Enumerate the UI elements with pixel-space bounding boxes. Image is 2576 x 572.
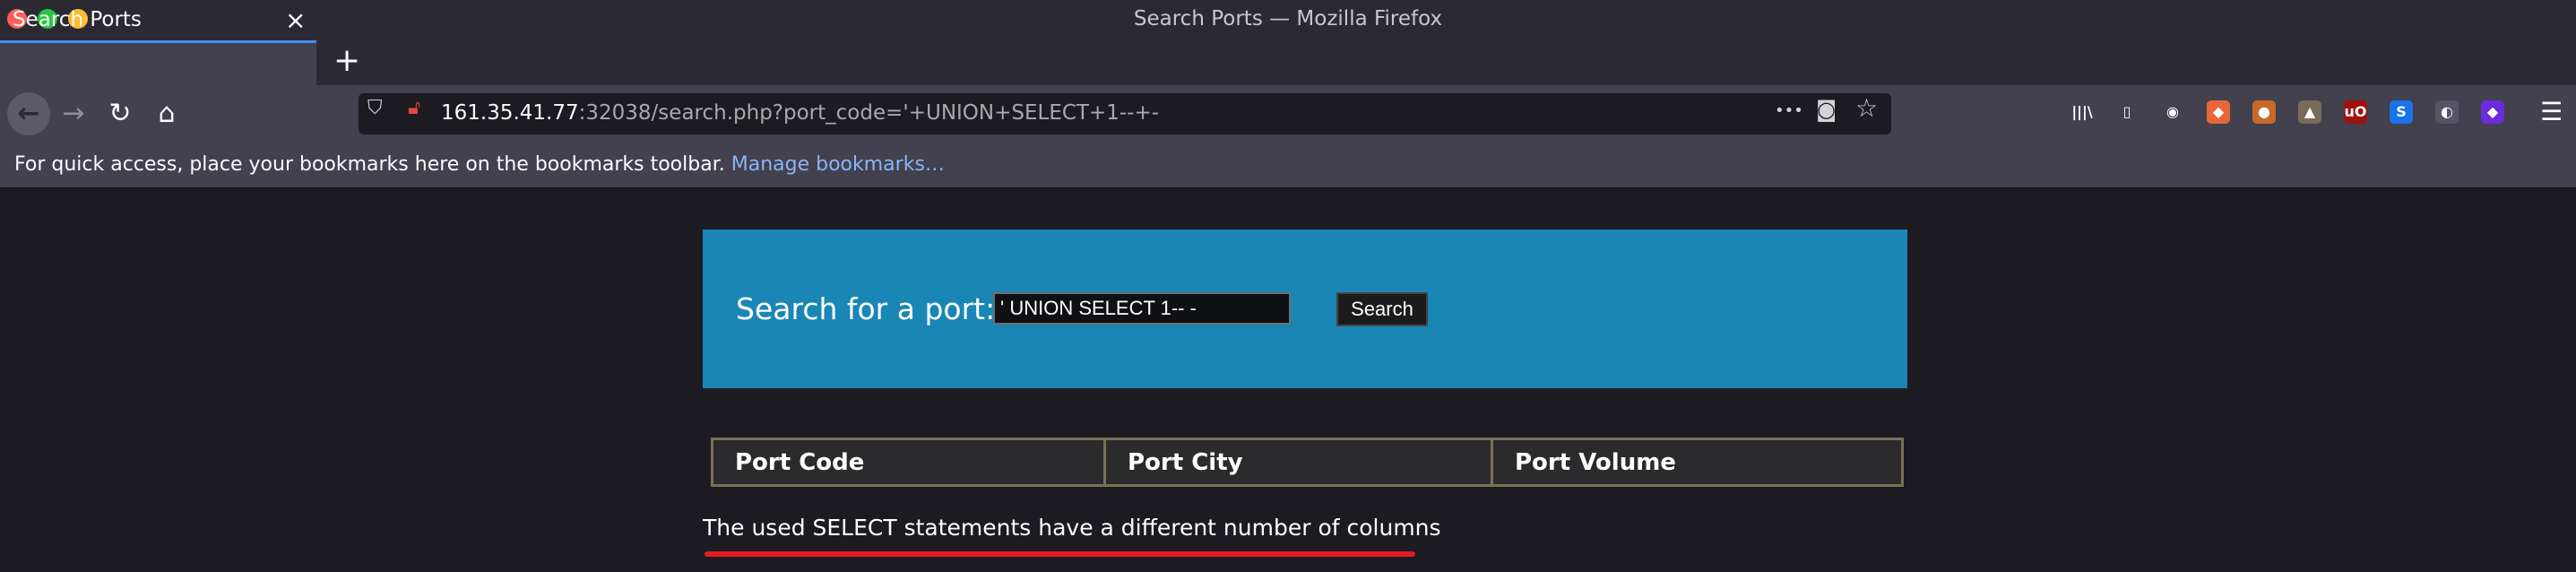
sql-error-message: The used SELECT statements have a differ… (703, 515, 1441, 541)
menu-icon[interactable]: ☰ (2540, 97, 2563, 126)
bookmarks-bar-text: For quick access, place your bookmarks h… (14, 153, 945, 176)
shield-icon[interactable]: ⛉ (367, 97, 383, 119)
insecure-lock-icon[interactable]: 🔓︎ (408, 97, 420, 119)
search-button[interactable]: Search (1336, 292, 1428, 326)
url-host: 161.35.41.77 (441, 101, 579, 125)
extension-purple-icon[interactable]: ◆ (2481, 100, 2504, 124)
column-header-port-city: Port City (1103, 438, 1493, 487)
port-search-input[interactable] (993, 292, 1291, 325)
tab-label: Search Ports (13, 8, 142, 31)
extension-s-icon[interactable]: S (2390, 100, 2413, 124)
page-actions-icon[interactable]: ••• (1775, 101, 1803, 120)
new-tab-button[interactable]: + (333, 43, 360, 79)
forward-button[interactable]: → (52, 92, 95, 135)
sidebar-icon[interactable]: ▯ (2115, 100, 2139, 124)
url-text[interactable]: 161.35.41.77:32038/search.php?port_code=… (441, 101, 1159, 125)
extension-cookie-icon[interactable]: ● (2252, 100, 2276, 124)
url-path: :32038/search.php?port_code='+UNION+SELE… (578, 101, 1160, 125)
manage-bookmarks-link[interactable]: Manage bookmarks… (731, 153, 945, 176)
tab-close-icon[interactable]: × (285, 5, 306, 35)
error-underline-annotation (705, 551, 1415, 557)
tab-strip (0, 40, 2576, 85)
back-button[interactable]: ← (7, 92, 50, 135)
extension-foxy-icon[interactable]: ◆ (2207, 100, 2230, 124)
account-icon[interactable]: ◉ (2161, 100, 2184, 124)
table-header-row: Port Code Port City Port Volume (711, 438, 1904, 487)
ublock-icon[interactable]: uO (2344, 100, 2367, 124)
search-label: Search for a port: (736, 291, 996, 326)
pocket-icon[interactable]: ◙ (1816, 97, 1837, 122)
window-title: Search Ports — Mozilla Firefox (1133, 7, 1443, 30)
home-button[interactable]: ⌂ (145, 92, 188, 135)
bookmark-star-icon[interactable]: ☆ (1855, 93, 1878, 123)
library-icon[interactable]: |||\ (2070, 100, 2094, 124)
bookmarks-hint: For quick access, place your bookmarks h… (14, 153, 725, 176)
tab-search-ports[interactable] (0, 40, 316, 85)
results-table: Port Code Port City Port Volume (711, 438, 1904, 487)
column-header-port-volume: Port Volume (1491, 438, 1904, 487)
reload-button[interactable]: ↻ (99, 92, 142, 135)
column-header-port-code: Port Code (711, 438, 1106, 487)
extension-mask-icon[interactable]: ◐ (2435, 100, 2459, 124)
extension-wappalyzer-icon[interactable]: ▲ (2298, 100, 2321, 124)
